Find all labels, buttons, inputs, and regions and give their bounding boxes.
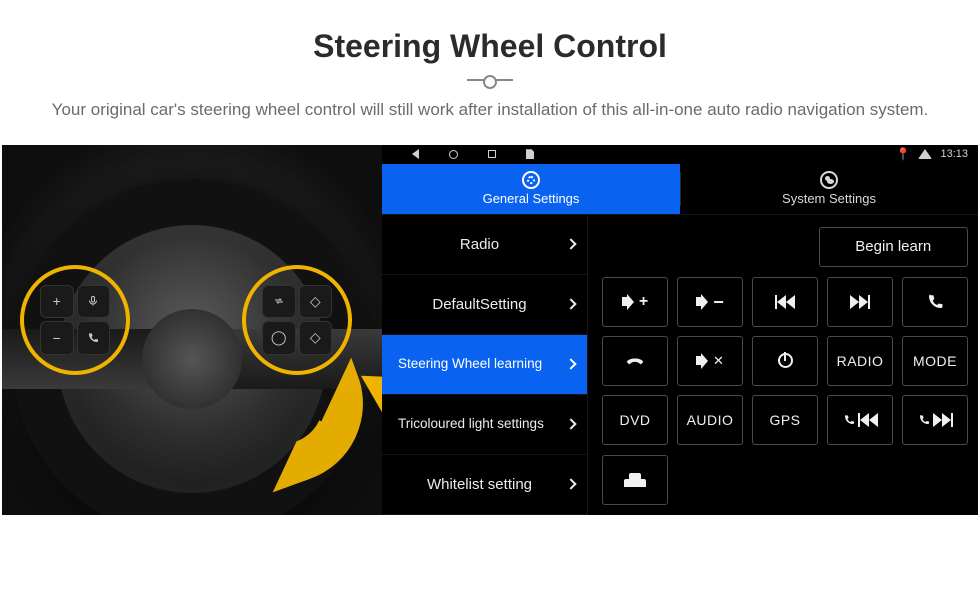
status-time: 13:13 <box>940 148 968 160</box>
fn-call-answer-button[interactable] <box>902 277 968 327</box>
phone-icon <box>926 293 944 311</box>
fn-dvd-button[interactable]: DVD <box>602 395 668 445</box>
sidebar-label: Whitelist setting <box>398 476 561 493</box>
sidebar-item-whitelist[interactable]: Whitelist setting <box>382 455 587 515</box>
android-status-bar: 📍 13:13 <box>382 145 978 164</box>
chevron-right-icon <box>565 238 576 249</box>
status-sd-icon <box>526 149 534 159</box>
mute-icon <box>696 353 708 369</box>
volume-up-icon <box>622 294 634 310</box>
sidebar-label: DefaultSetting <box>398 296 561 313</box>
headunit-screen: 📍 13:13 General Settings System Settings… <box>382 145 978 515</box>
sidebar-label: Radio <box>398 236 561 253</box>
sidebar-label: Steering Wheel learning <box>398 356 561 372</box>
page-subtitle: Your original car's steering wheel contr… <box>0 97 980 123</box>
fn-phone-next-button[interactable] <box>902 395 968 445</box>
tab-system-settings[interactable]: System Settings <box>680 164 978 214</box>
steering-wheel-image: + − ◇ ◯ ◇ <box>2 145 382 515</box>
wheel-right-pad-highlight: ◇ ◯ ◇ <box>242 265 352 375</box>
wheel-btn-voice <box>77 285 111 319</box>
gps-icon: 📍 <box>896 147 911 161</box>
tab-system-label: System Settings <box>782 191 876 206</box>
skip-next-icon <box>850 295 870 309</box>
fn-gps-button[interactable]: GPS <box>752 395 818 445</box>
chevron-right-icon <box>565 298 576 309</box>
power-icon <box>778 353 793 368</box>
fn-next-track-button[interactable] <box>827 277 893 327</box>
fn-power-button[interactable] <box>752 336 818 386</box>
fn-volume-up-button[interactable]: + <box>602 277 668 327</box>
fn-phone-prev-button[interactable] <box>827 395 893 445</box>
fn-prev-track-button[interactable] <box>752 277 818 327</box>
wifi-icon <box>918 149 932 159</box>
nav-recent-icon[interactable] <box>488 150 496 158</box>
nav-back-icon[interactable] <box>412 149 419 159</box>
title-divider <box>467 79 513 81</box>
wheel-btn-plus: + <box>40 285 74 319</box>
wheel-btn-up: ◇ <box>299 285 333 319</box>
callout-arrow <box>252 375 382 485</box>
phone-prev-icon <box>843 413 878 427</box>
settings-tabs: General Settings System Settings <box>382 164 978 214</box>
empty-slot <box>602 227 809 267</box>
fn-volume-down-button[interactable]: − <box>677 277 743 327</box>
function-grid: + − <box>602 277 968 445</box>
fn-audio-button[interactable]: AUDIO <box>677 395 743 445</box>
globe-icon <box>820 171 838 189</box>
wheel-btn-phone <box>77 321 111 355</box>
wheel-left-pad-highlight: + − <box>20 265 130 375</box>
chevron-right-icon <box>565 418 576 429</box>
wheel-btn-src <box>262 285 296 319</box>
sidebar-item-radio[interactable]: Radio <box>382 215 587 275</box>
learning-pane: Begin learn + − <box>588 215 978 515</box>
chevron-right-icon <box>565 478 576 489</box>
tab-general-label: General Settings <box>483 191 580 206</box>
chevron-right-icon <box>565 358 576 369</box>
wheel-btn-circle: ◯ <box>262 321 296 355</box>
fn-mute-button[interactable]: ✕ <box>677 336 743 386</box>
begin-learn-button[interactable]: Begin learn <box>819 227 969 267</box>
sidebar-item-default[interactable]: DefaultSetting <box>382 275 587 335</box>
fn-call-hangup-button[interactable] <box>602 336 668 386</box>
skip-prev-icon <box>775 295 795 309</box>
page-title: Steering Wheel Control <box>0 28 980 65</box>
fn-radio-button[interactable]: RADIO <box>827 336 893 386</box>
gear-icon <box>522 171 540 189</box>
wheel-btn-down: ◇ <box>299 321 333 355</box>
phone-next-icon <box>918 413 953 427</box>
fn-car-button[interactable] <box>602 455 668 505</box>
volume-down-icon <box>696 294 708 310</box>
nav-home-icon[interactable] <box>449 150 458 159</box>
sidebar-label: Tricoloured light settings <box>398 416 561 432</box>
wheel-btn-minus: − <box>40 321 74 355</box>
settings-sidebar: Radio DefaultSetting Steering Wheel lear… <box>382 215 588 515</box>
phone-hangup-icon <box>625 351 645 371</box>
sidebar-item-steering-wheel-learning[interactable]: Steering Wheel learning <box>382 335 587 395</box>
tab-general-settings[interactable]: General Settings <box>382 164 680 214</box>
fn-mode-button[interactable]: MODE <box>902 336 968 386</box>
main-row: + − ◇ ◯ ◇ <box>0 145 980 515</box>
sidebar-item-tricoloured-light[interactable]: Tricoloured light settings <box>382 395 587 455</box>
car-icon <box>624 473 646 487</box>
